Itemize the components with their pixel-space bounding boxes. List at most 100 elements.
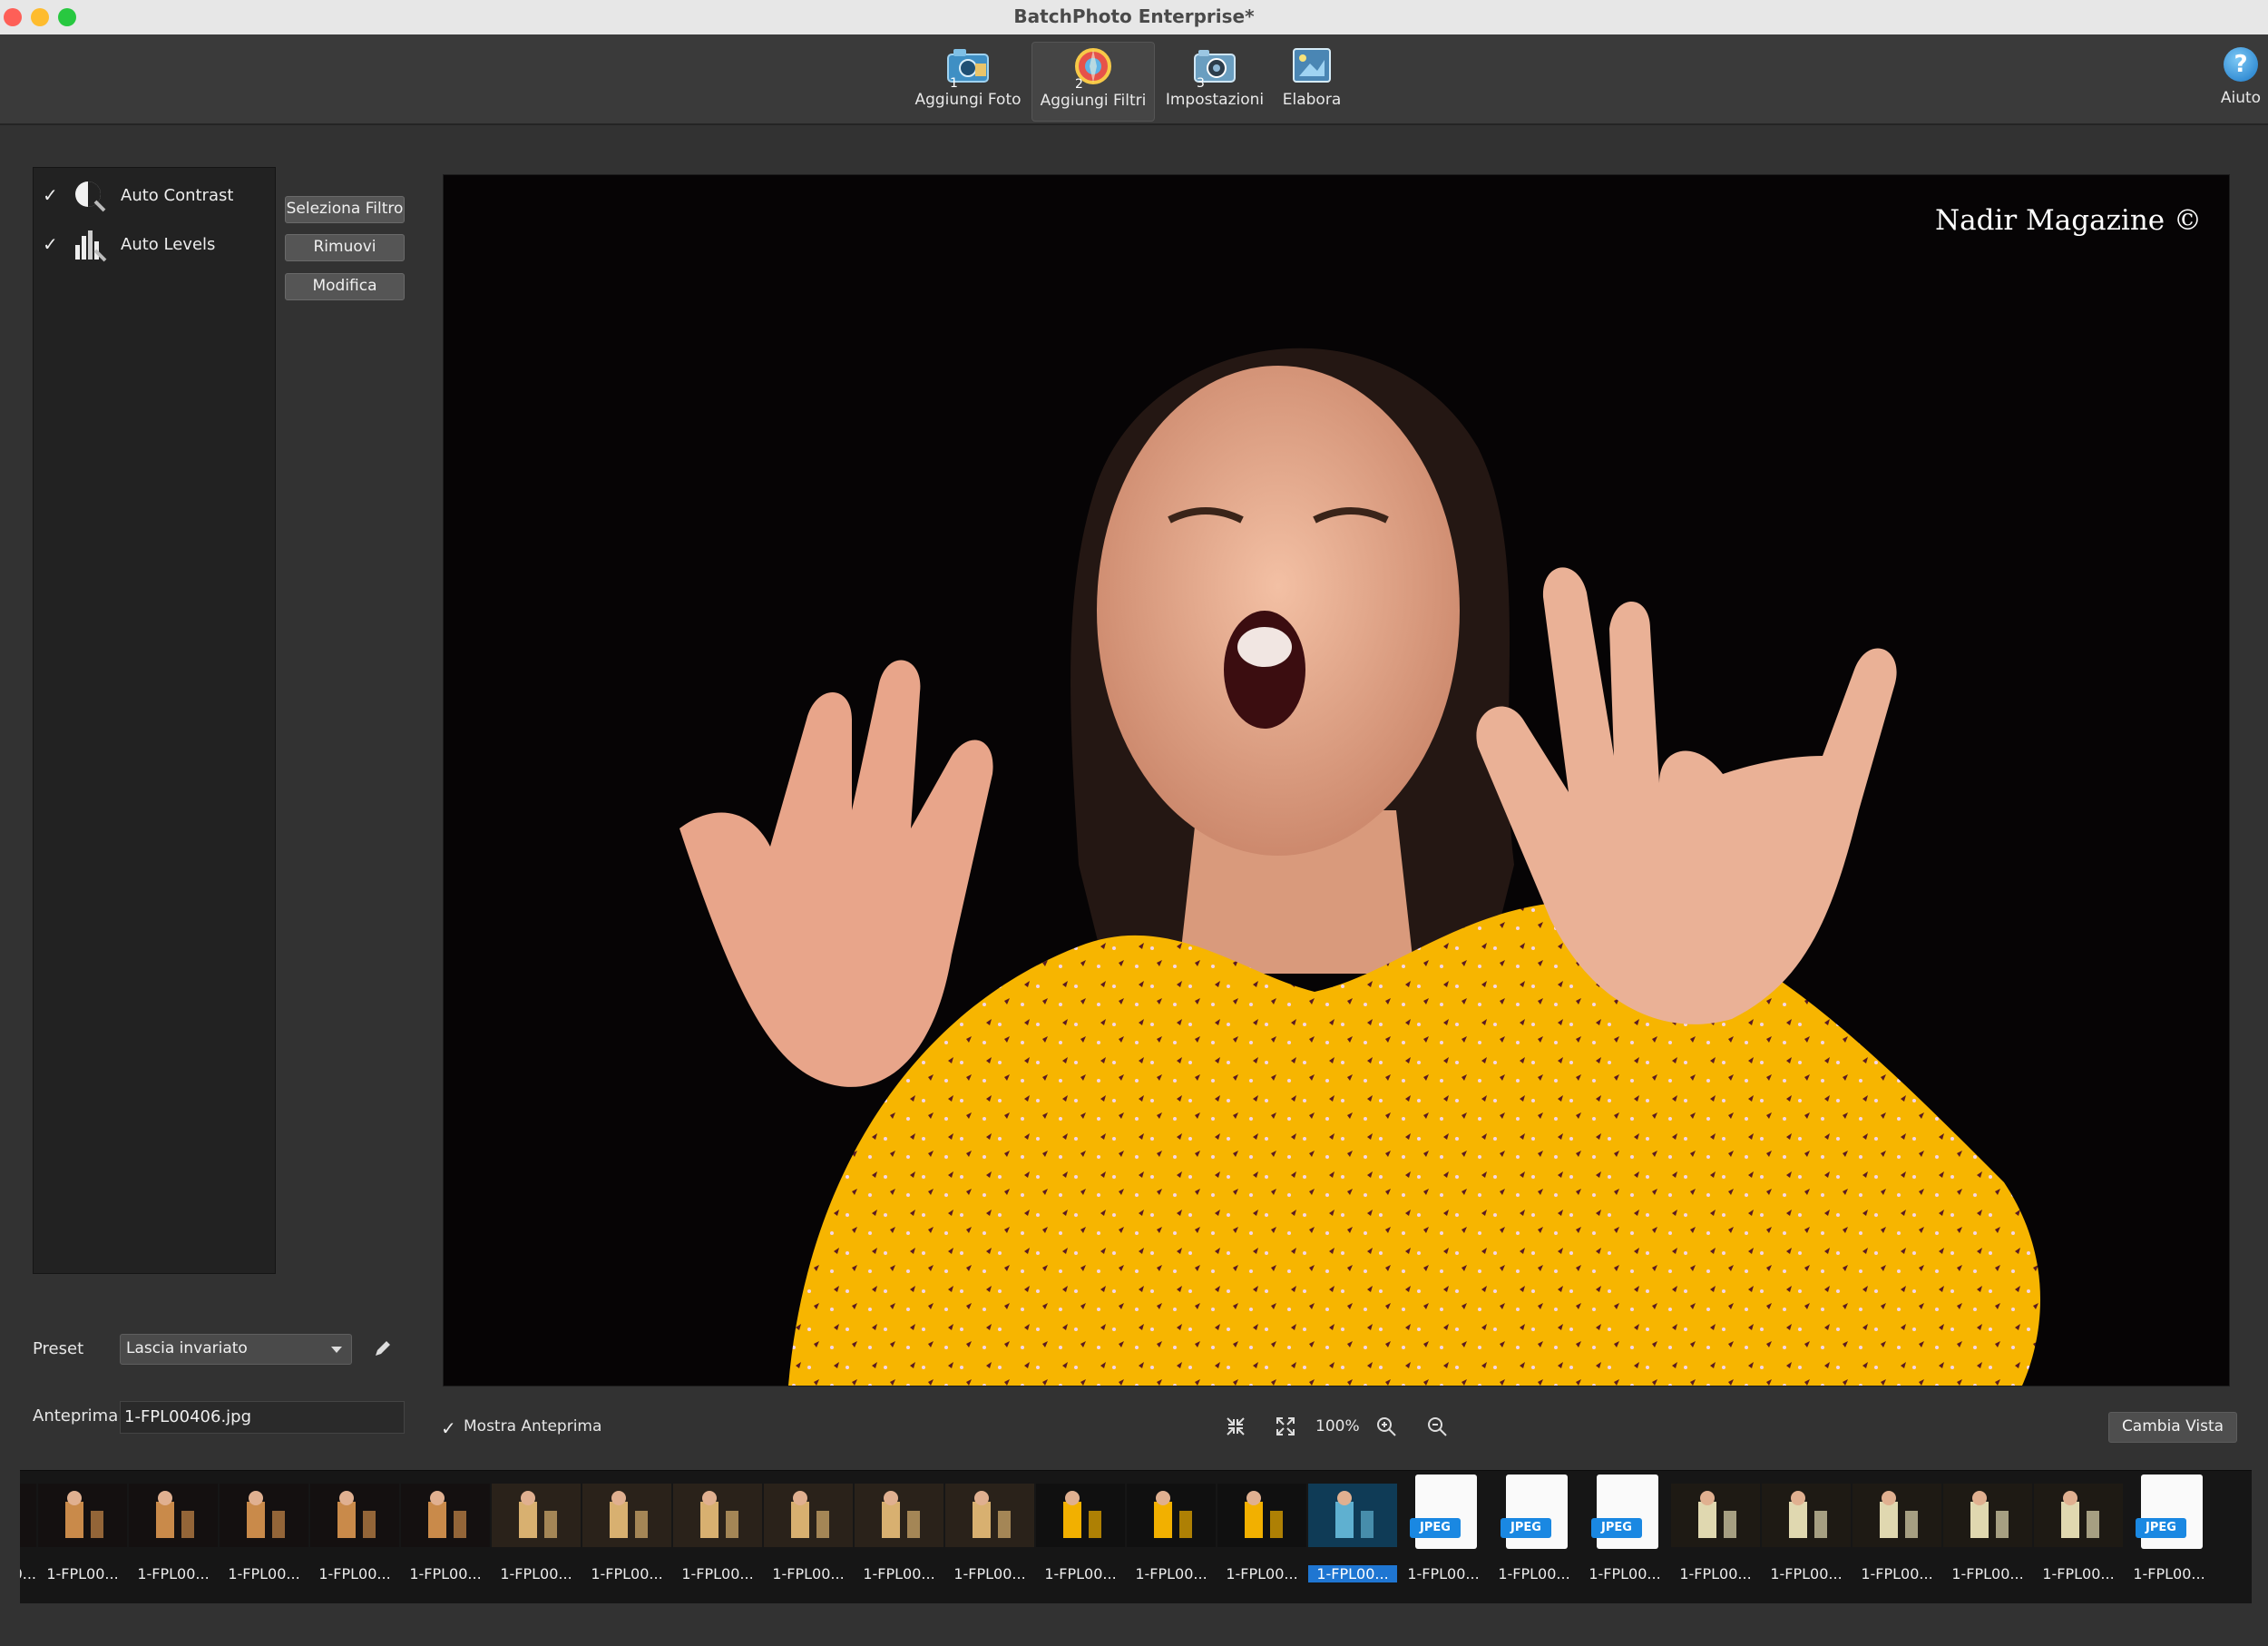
preview-file-field[interactable]: 1-FPL00406.jpg bbox=[120, 1401, 405, 1434]
select-filter-button[interactable]: Seleziona Filtro bbox=[285, 196, 405, 223]
filmstrip-thumbnail[interactable] bbox=[310, 1484, 399, 1547]
edit-preset-button[interactable] bbox=[372, 1337, 394, 1359]
filmstrip-thumbnail[interactable] bbox=[492, 1484, 581, 1547]
filter-checkbox[interactable]: ✓ bbox=[43, 184, 63, 206]
filmstrip-label: 1-FPL00... bbox=[1407, 1565, 1480, 1582]
filter-label: Auto Contrast bbox=[121, 186, 234, 205]
step-number: 3 bbox=[1197, 76, 1205, 91]
filter-checkbox[interactable]: ✓ bbox=[43, 233, 63, 255]
filmstrip-thumbnail[interactable] bbox=[582, 1484, 671, 1547]
edit-filter-button[interactable]: Modifica bbox=[285, 273, 405, 300]
photo-artwork bbox=[444, 175, 2229, 1386]
remove-filter-button[interactable]: Rimuovi bbox=[285, 234, 405, 261]
thumbnail-image bbox=[882, 1491, 920, 1538]
filmstrip-thumbnail[interactable]: JPEG bbox=[1399, 1471, 1488, 1562]
help-button[interactable]: ? Aiuto bbox=[2214, 44, 2268, 120]
filmstrip-thumbnail[interactable]: JPEG bbox=[1580, 1471, 1669, 1562]
filmstrip-label: 1-FPL00... bbox=[500, 1565, 572, 1582]
filmstrip-label: 1-FPL00... bbox=[1226, 1565, 1298, 1582]
jpeg-tag: JPEG bbox=[2136, 1518, 2186, 1538]
filmstrip-thumbnail[interactable] bbox=[945, 1484, 1034, 1547]
zoom-out-button[interactable] bbox=[1426, 1416, 1448, 1437]
filmstrip-label: 1-FPL00... bbox=[1308, 1565, 1397, 1582]
chevron-down-icon bbox=[331, 1347, 342, 1353]
filmstrip-thumbnail[interactable]: JPEG bbox=[2125, 1471, 2214, 1562]
filmstrip-label: 1-FPL00... bbox=[1770, 1565, 1843, 1582]
filter-label: Auto Levels bbox=[121, 235, 216, 254]
thumbnail-image bbox=[1063, 1491, 1101, 1538]
preset-dropdown[interactable]: Lascia invariato bbox=[120, 1334, 352, 1365]
filmstrip-label: 1-FPL00... bbox=[2133, 1565, 2205, 1582]
show-preview-label: Mostra Anteprima bbox=[464, 1417, 602, 1435]
filmstrip-thumbnail[interactable] bbox=[129, 1484, 218, 1547]
preview-image: Nadir Magazine © bbox=[443, 174, 2230, 1386]
thumbnail-image bbox=[65, 1491, 103, 1538]
filmstrip-thumbnail[interactable] bbox=[764, 1484, 853, 1547]
toolbar-process-button[interactable]: Elabora bbox=[1276, 42, 1348, 120]
thumbnail-image bbox=[428, 1491, 466, 1538]
preview-file-value: 1-FPL00406.jpg bbox=[124, 1407, 252, 1426]
filter-item-auto-levels[interactable]: ✓ Auto Levels bbox=[34, 222, 275, 268]
filmstrip-label: 1-FPL00... bbox=[863, 1565, 935, 1582]
zoom-in-button[interactable] bbox=[1375, 1416, 1397, 1437]
thumbnail-image bbox=[791, 1491, 829, 1538]
thumbnail-image bbox=[2061, 1491, 2099, 1538]
jpeg-file-icon: JPEG bbox=[1410, 1475, 1477, 1549]
jpeg-tag: JPEG bbox=[1410, 1518, 1461, 1538]
preset-label: Preset bbox=[33, 1339, 84, 1358]
filter-item-auto-contrast[interactable]: ✓ Auto Contrast bbox=[34, 173, 275, 219]
thumbnail-image bbox=[1154, 1491, 1192, 1538]
thumbnail-image bbox=[519, 1491, 557, 1538]
show-preview-checkbox[interactable]: ✓ bbox=[441, 1417, 459, 1439]
zoom-in-icon bbox=[1377, 1417, 1396, 1436]
preset-value: Lascia invariato bbox=[126, 1339, 248, 1357]
filmstrip-thumbnail[interactable] bbox=[1217, 1484, 1306, 1547]
thumbnail-image bbox=[1880, 1491, 1918, 1538]
add-photo-icon: 1 bbox=[944, 45, 992, 91]
filter-list[interactable]: ✓ Auto Contrast ✓ Auto Levels bbox=[33, 167, 276, 1274]
thumbnail-image bbox=[1335, 1491, 1374, 1538]
filmstrip-thumbnail[interactable] bbox=[401, 1484, 490, 1547]
filmstrip-label: 1-FPL00... bbox=[409, 1565, 482, 1582]
filmstrip-label: 1-FPL00... bbox=[1951, 1565, 2024, 1582]
zoom-out-icon bbox=[1428, 1417, 1447, 1436]
filmstrip-thumbnail[interactable] bbox=[220, 1484, 308, 1547]
filmstrip-label: 1-FPL00... bbox=[318, 1565, 391, 1582]
settings-camera-icon: 3 bbox=[1191, 45, 1238, 91]
filmstrip-thumbnail[interactable] bbox=[1671, 1484, 1760, 1547]
window-title: BatchPhoto Enterprise* bbox=[1013, 5, 1255, 27]
filmstrip-label: 1-FPL00... bbox=[2042, 1565, 2115, 1582]
filmstrip-thumbnail[interactable]: JPEG bbox=[1490, 1471, 1579, 1562]
filmstrip-thumbnail[interactable] bbox=[673, 1484, 762, 1547]
filmstrip-label: 1-FPL00... bbox=[137, 1565, 210, 1582]
fit-to-window-button[interactable] bbox=[1225, 1416, 1246, 1437]
filmstrip-thumbnail[interactable] bbox=[1853, 1484, 1941, 1547]
help-icon: ? bbox=[2224, 47, 2258, 82]
filmstrip-thumbnail[interactable] bbox=[855, 1484, 943, 1547]
filmstrip-thumbnail[interactable] bbox=[20, 1484, 36, 1547]
watermark-text: Nadir Magazine © bbox=[1934, 204, 2202, 237]
filmstrip-label: 1-FPL00... bbox=[1679, 1565, 1752, 1582]
filmstrip-thumbnail[interactable] bbox=[2034, 1484, 2123, 1547]
filmstrip-thumbnail[interactable] bbox=[1036, 1484, 1125, 1547]
change-view-button[interactable]: Cambia Vista bbox=[2108, 1412, 2237, 1443]
full-size-button[interactable] bbox=[1275, 1416, 1296, 1437]
jpeg-file-icon: JPEG bbox=[1501, 1475, 1568, 1549]
filmstrip-label: 1-FPL00... bbox=[1498, 1565, 1570, 1582]
toolbar-settings-button[interactable]: 3 Impostazioni bbox=[1158, 42, 1271, 120]
filmstrip-thumbnail[interactable] bbox=[1127, 1484, 1216, 1547]
toolbar-add-filters-button[interactable]: 2 Aggiungi Filtri bbox=[1031, 42, 1155, 122]
filmstrip-thumbnail[interactable] bbox=[1943, 1484, 2032, 1547]
jpeg-file-icon: JPEG bbox=[2136, 1475, 2203, 1549]
preview-label: Anteprima bbox=[33, 1406, 119, 1426]
thumbnail-image bbox=[610, 1491, 648, 1538]
filmstrip-thumbnail[interactable] bbox=[1762, 1484, 1851, 1547]
thumbnail-image bbox=[1245, 1491, 1283, 1538]
filmstrip-thumbnail[interactable] bbox=[38, 1484, 127, 1547]
filmstrip[interactable]: L00... 1-FPL00... 1-FPL00... 1-FPL00... 1-FP… bbox=[20, 1470, 2252, 1603]
expand-arrows-icon bbox=[1276, 1417, 1295, 1435]
filmstrip-thumbnail[interactable] bbox=[1308, 1484, 1397, 1547]
filmstrip-label: 1-FPL00... bbox=[681, 1565, 754, 1582]
toolbar-label: Impostazioni bbox=[1165, 91, 1265, 109]
toolbar-add-photos-button[interactable]: 1 Aggiungi Foto bbox=[909, 42, 1027, 120]
